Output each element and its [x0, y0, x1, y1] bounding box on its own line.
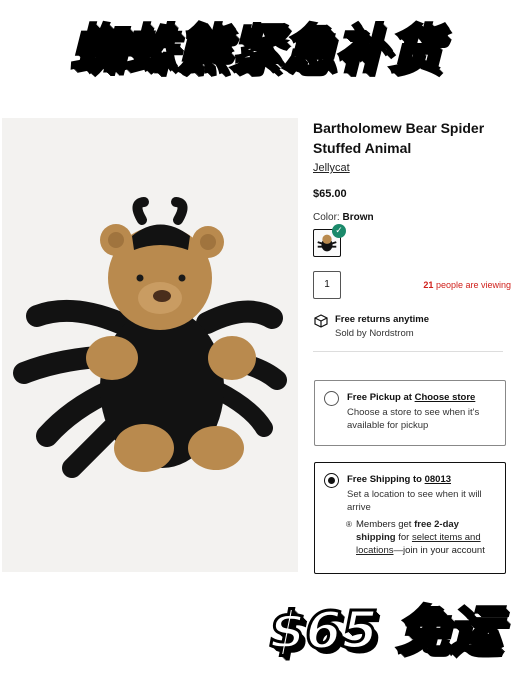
- color-swatch-brown[interactable]: ✓: [313, 224, 346, 257]
- headline-banner: 蜘蛛熊紧急补货: [69, 19, 442, 82]
- pickup-title: Free Pickup at Choose store: [347, 391, 497, 404]
- viewing-text: people are viewing: [435, 280, 511, 290]
- shipping-option[interactable]: Free Shipping to 08013 Set a location to…: [314, 462, 506, 574]
- selected-check-icon: ✓: [332, 224, 346, 238]
- returns-title: Free returns anytime: [335, 314, 429, 325]
- shipping-description: Set a location to see when it will arriv…: [347, 489, 482, 513]
- member-prefix: Members get: [356, 519, 412, 530]
- product-title: Bartholomew Bear Spider Stuffed Animal: [313, 120, 485, 156]
- brand-link[interactable]: Jellycat: [313, 162, 350, 174]
- product-price: $65.00: [313, 188, 347, 200]
- member-icon: ®: [346, 520, 352, 529]
- quantity-row: 1 21 people are viewing: [313, 271, 511, 299]
- promo-banner: $65 免运: [268, 600, 502, 663]
- product-image[interactable]: [2, 118, 298, 572]
- spider-bear-illustration: [2, 118, 298, 572]
- zip-code-link[interactable]: 08013: [425, 474, 451, 485]
- box-return-icon: [314, 314, 328, 328]
- member-shipping-note: ® Members get free 2-day shipping for se…: [346, 518, 497, 557]
- pickup-description: Choose a store to see when it's availabl…: [347, 407, 480, 431]
- color-value: Brown: [342, 212, 374, 223]
- viewing-number: 21: [423, 280, 434, 290]
- color-label: Color:: [313, 212, 340, 223]
- choose-store-link[interactable]: Choose store: [415, 392, 476, 403]
- product-detail-panel: Bartholomew Bear Spider Stuffed Animal J…: [313, 118, 511, 352]
- shipping-title-prefix: Free Shipping to: [347, 474, 422, 485]
- returns-info: Free returns anytime Sold by Nordstrom: [313, 313, 509, 341]
- shipping-radio[interactable]: [324, 473, 339, 488]
- pickup-option[interactable]: Free Pickup at Choose store Choose a sto…: [314, 380, 506, 446]
- sold-by: Sold by Nordstrom: [335, 328, 414, 339]
- color-label-row: Color: Brown: [313, 212, 509, 223]
- divider: [313, 351, 503, 352]
- viewing-count: 21 people are viewing: [423, 280, 511, 290]
- quantity-select[interactable]: 1: [313, 271, 341, 299]
- member-mid: for: [398, 532, 410, 543]
- shipping-title: Free Shipping to 08013: [347, 473, 497, 486]
- member-suffix: —join in your account: [393, 545, 485, 556]
- pickup-title-prefix: Free Pickup at: [347, 392, 412, 403]
- pickup-radio[interactable]: [324, 391, 339, 406]
